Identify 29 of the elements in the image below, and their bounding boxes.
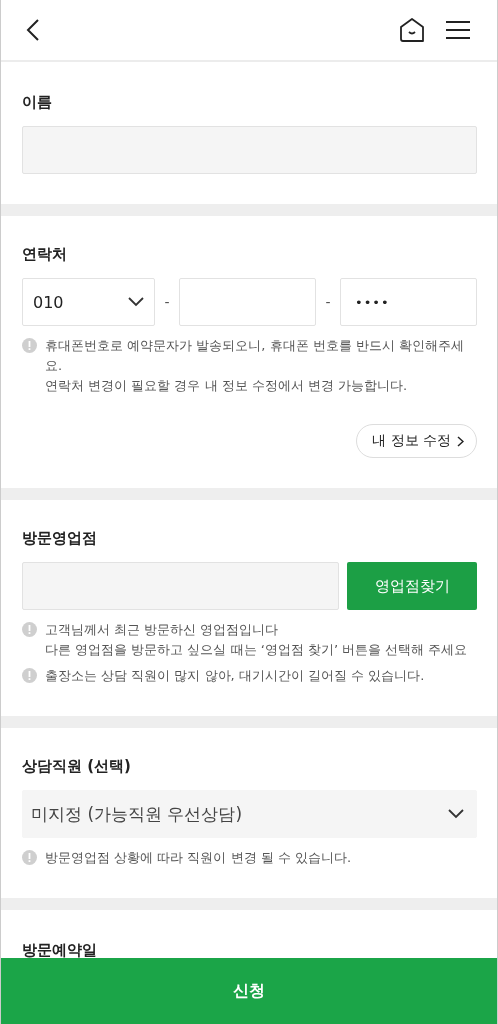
note-text: 휴대폰번호로 예약문자가 발송되오니, 휴대폰 번호를 반드시 확인해주세요. [45, 337, 465, 375]
field-label: 방문영업점 [22, 528, 98, 548]
home-icon[interactable] [399, 17, 425, 43]
back-icon[interactable] [25, 18, 41, 42]
info-icon [22, 338, 37, 353]
branch-field[interactable] [22, 562, 339, 610]
staff-select[interactable]: 미지정 (가능직원 우선상담) [22, 790, 477, 838]
edit-info-button[interactable]: 내 정보 수정 [356, 424, 477, 458]
field-label: 이름 [22, 92, 53, 112]
field-label: 방문예약일 [22, 940, 98, 960]
note-text: 출장소는 상담 직원이 많지 않아, 대기시간이 길어질 수 있습니다. [45, 667, 425, 685]
note-text: 방문영업점 상황에 따라 직원이 변경 될 수 있습니다. [45, 849, 352, 867]
info-icon [22, 622, 37, 637]
phone-last-field[interactable]: •••• [340, 278, 477, 326]
chevron-down-icon [448, 809, 464, 819]
separator: - [324, 294, 332, 310]
chevron-down-icon [128, 297, 144, 307]
note-text: 고객님께서 최근 방문하신 영업점입니다 [45, 621, 280, 639]
chevron-right-icon [457, 435, 464, 447]
note-text: 다른 영업점을 방문하고 싶으실 때는 ‘영업점 찾기’ 버튼을 선택해 주세요 [45, 641, 468, 659]
menu-icon[interactable] [445, 20, 471, 40]
info-icon [22, 850, 37, 865]
note-text: 연락처 변경이 필요할 경우 내 정보 수정에서 변경 가능합니다. [45, 377, 409, 395]
field-label: 상담직원 (선택) [22, 756, 132, 776]
phone-middle-field[interactable] [179, 278, 316, 326]
field-label: 연락처 [22, 244, 68, 264]
info-icon [22, 668, 37, 683]
phone-prefix-select[interactable]: 010 [22, 278, 155, 326]
separator: - [163, 294, 171, 310]
